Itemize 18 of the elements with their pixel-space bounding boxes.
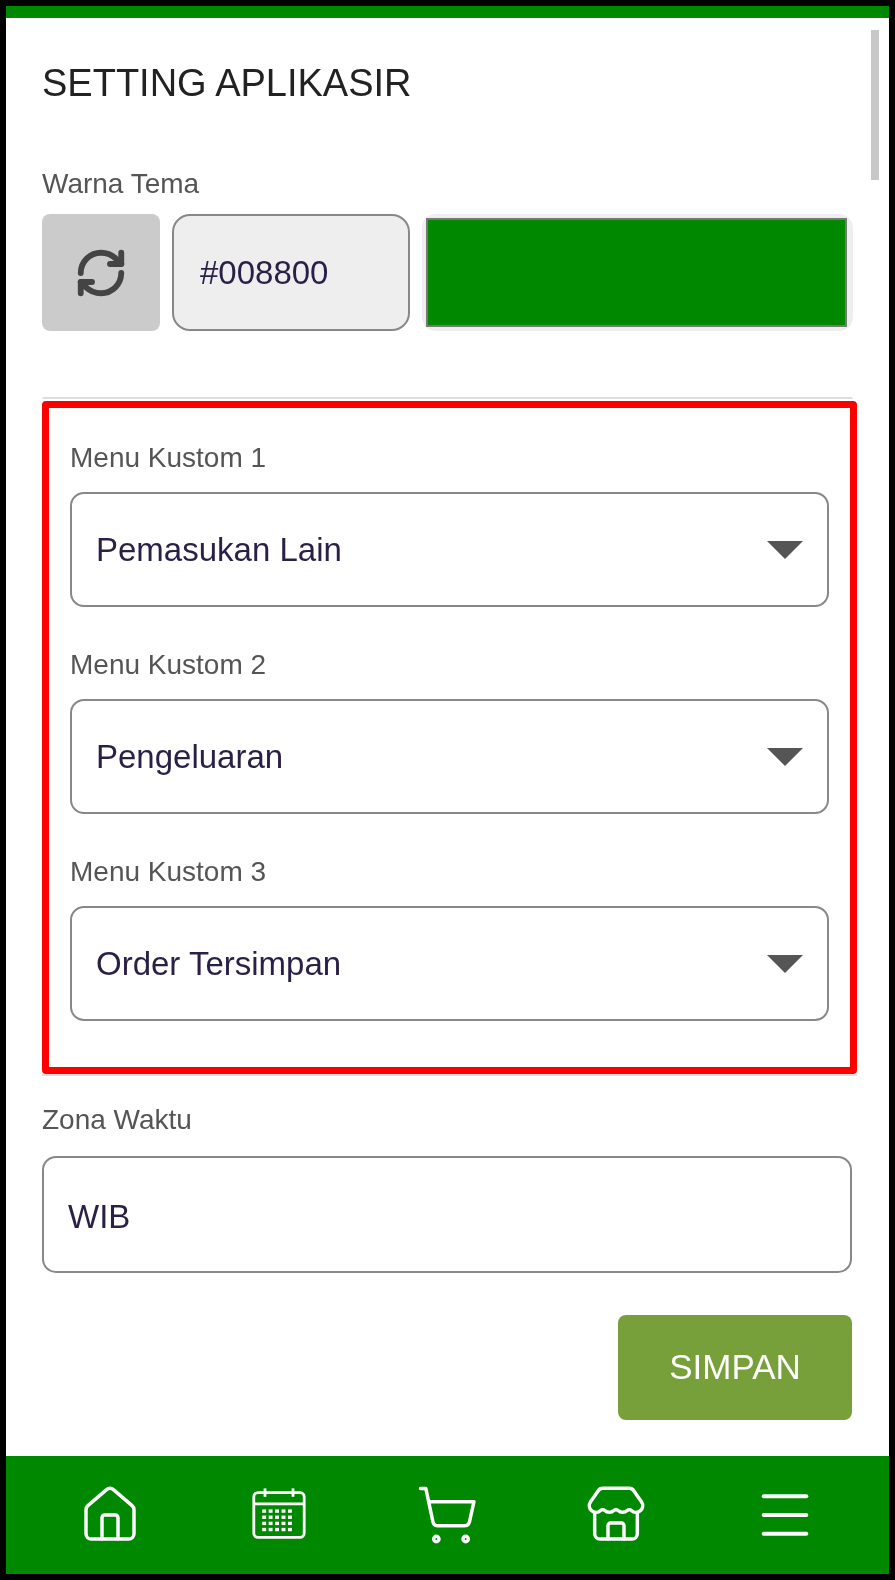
field-label: Warna Tema (42, 170, 201, 198)
page-title: SETTING APLIKASIR (42, 64, 413, 102)
refresh-button[interactable] (42, 214, 160, 331)
color-hex-field[interactable]: #008800 (172, 214, 410, 331)
caret-icon (767, 747, 803, 766)
dropdown-select[interactable]: Pemasukan Lain (70, 492, 829, 607)
field-label: Menu Kustom 3 (70, 858, 268, 886)
select-value: Order Tersimpan (96, 943, 342, 984)
dropdown-select[interactable]: Order Tersimpan (70, 906, 829, 1021)
timezone-field[interactable]: WIB (42, 1156, 852, 1273)
select-value: Pengeluaran (96, 736, 284, 777)
select-value: Pemasukan Lain (96, 529, 342, 570)
caret-icon (767, 540, 803, 559)
caret-icon (767, 954, 803, 973)
field-label: Menu Kustom 2 (70, 651, 268, 679)
field-label: Zona Waktu (42, 1106, 193, 1134)
field-label: Menu Kustom 1 (70, 444, 268, 472)
dropdown-select[interactable]: Pengeluaran (70, 699, 829, 814)
